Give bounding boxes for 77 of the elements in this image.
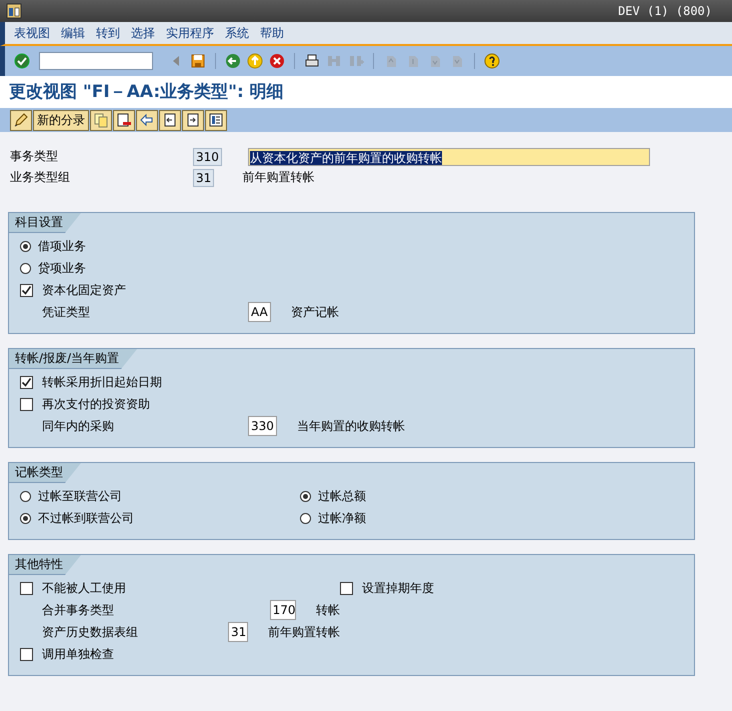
toolbar-button[interactable] xyxy=(182,110,204,130)
group-title: 记帐类型 xyxy=(9,463,81,483)
radio-button[interactable] xyxy=(300,490,311,502)
menu-item[interactable]: 帮助 xyxy=(260,24,284,42)
checkbox[interactable] xyxy=(20,284,33,296)
pencil-icon xyxy=(13,112,29,128)
field-label: 合并事务类型 xyxy=(41,602,115,618)
field-description: 当年购置的收购转帐 xyxy=(296,418,405,434)
window-icon xyxy=(6,3,22,19)
toolbar-button[interactable] xyxy=(10,110,32,130)
description-field[interactable]: 从资本化资产的前年购置的收购转帐 xyxy=(248,148,650,166)
radio-label: 过帐至联营公司 xyxy=(38,488,122,504)
checkbox[interactable] xyxy=(20,582,33,594)
delete-row-icon xyxy=(116,112,132,128)
command-field[interactable] xyxy=(39,52,153,70)
previous-page-icon xyxy=(162,112,178,128)
undo-icon xyxy=(139,112,155,128)
menu-item[interactable]: 转到 xyxy=(96,24,120,42)
checkbox[interactable] xyxy=(20,376,33,388)
check-icon xyxy=(14,53,30,69)
toolbar-button[interactable] xyxy=(205,110,227,130)
toolbar-button[interactable] xyxy=(113,110,135,130)
code-field: 31 xyxy=(193,168,214,186)
new-entries-button[interactable]: 新的分录 xyxy=(33,110,89,130)
copy-icon xyxy=(93,112,109,128)
code-field: 310 xyxy=(193,148,222,166)
field-description: 资产记帐 xyxy=(290,304,339,320)
window-title: DEV (1) (800) xyxy=(618,4,712,18)
field-label: 事务类型 xyxy=(9,148,59,165)
checkbox-label: 调用单独检查 xyxy=(42,646,114,662)
list-icon xyxy=(208,112,224,128)
menu-item[interactable]: 表视图 xyxy=(14,24,50,42)
radio-label: 过帐总额 xyxy=(318,488,366,504)
field-description: 转帐 xyxy=(316,602,340,618)
toolbar-button[interactable] xyxy=(268,52,286,70)
input-field[interactable]: 31 xyxy=(228,622,248,642)
menu-item[interactable]: 选择 xyxy=(131,24,155,42)
group-title: 科目设置 xyxy=(9,213,81,233)
checkbox[interactable] xyxy=(20,398,33,410)
radio-button[interactable] xyxy=(20,240,31,252)
checkbox-label: 不能被人工使用 xyxy=(42,580,126,596)
field-description: 前年购置转帐 xyxy=(242,169,314,186)
checkbox-label: 设置掉期年度 xyxy=(362,580,434,596)
input-field[interactable]: 330 xyxy=(248,416,277,436)
field-label: 凭证类型 xyxy=(41,304,91,320)
radio-button[interactable] xyxy=(20,512,31,524)
field-description: 前年购置转帐 xyxy=(268,624,340,640)
checkbox[interactable] xyxy=(340,582,353,594)
question-mark-icon xyxy=(484,53,500,69)
field-label: 业务类型组 xyxy=(9,169,71,186)
radio-label: 不过帐到联营公司 xyxy=(38,510,134,526)
field-label: 资产历史数据表组 xyxy=(41,624,139,640)
menu-item[interactable]: 系统 xyxy=(225,24,249,42)
checkbox-label: 转帐采用折旧起始日期 xyxy=(42,374,162,390)
checkbox-label: 资本化固定资产 xyxy=(42,282,126,298)
field-label: 同年内的采购 xyxy=(41,418,115,434)
radio-label: 借项业务 xyxy=(38,238,86,254)
printer-icon xyxy=(304,53,320,69)
radio-label: 过帐净额 xyxy=(318,510,366,526)
input-field[interactable]: 170 xyxy=(270,600,296,620)
checkbox[interactable] xyxy=(20,648,33,660)
group-title: 其他特性 xyxy=(9,555,81,575)
x-icon xyxy=(269,53,285,69)
radio-label: 贷项业务 xyxy=(38,260,86,276)
menu-item[interactable]: 编辑 xyxy=(61,24,85,42)
radio-button[interactable] xyxy=(20,262,31,274)
group-title: 转帐/报废/当年购置 xyxy=(9,349,138,369)
toolbar-button[interactable] xyxy=(136,110,158,130)
toolbar-button[interactable] xyxy=(483,52,501,70)
next-page-icon xyxy=(185,112,201,128)
radio-button[interactable] xyxy=(300,512,311,524)
page-title: 更改视图 "FI－AA:业务类型": 明细 xyxy=(0,76,732,108)
menu-item[interactable]: 实用程序 xyxy=(166,24,214,42)
checkbox-label: 再次支付的投资资助 xyxy=(42,396,150,412)
radio-button[interactable] xyxy=(20,490,31,502)
input-field[interactable]: AA xyxy=(248,302,271,322)
toolbar-button[interactable] xyxy=(159,110,181,130)
